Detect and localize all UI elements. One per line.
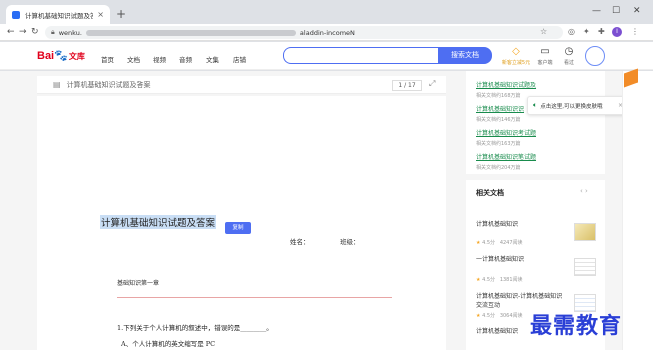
new-user-discount[interactable]: ◇ 新客立减5元	[501, 46, 531, 66]
divider	[117, 297, 392, 298]
user-avatar[interactable]	[585, 46, 605, 66]
browser-toolbar: ← → ↻ 🔒︎ wenku. aladdin-incomeN ☆ ◎ ✦ ✚ …	[0, 24, 653, 41]
url-prefix: wenku.	[58, 28, 82, 37]
site-header: Bai🐾文库 首页 文档 视频 音频 文集 店铺 搜索文档 ◇ 新客立减5元 ▭…	[0, 42, 653, 70]
chevron-left-icon[interactable]: ‹	[580, 187, 583, 195]
chapter-heading: 基础知识第一章	[117, 280, 160, 287]
sidebar-link-meta: 相关文档约146万篇	[476, 117, 521, 123]
logo-suffix: 文库	[68, 52, 85, 61]
lock-icon: 🔒︎	[51, 28, 55, 36]
back-arrow-icon[interactable]: ←	[7, 26, 15, 38]
extension-2-icon[interactable]: ✦	[583, 27, 590, 37]
tab-title: 计算机基础知识试题及答案 - 百	[25, 11, 94, 20]
browser-tab-active[interactable]: 计算机基础知识试题及答案 - 百 ×	[6, 5, 110, 24]
skin-tip-text: 点击这里,可以更换皮肤哦	[540, 103, 603, 110]
nav-docs[interactable]: 文档	[127, 54, 140, 64]
history[interactable]: ◷ 看过	[554, 46, 584, 66]
fullscreen-icon[interactable]: ⤢	[429, 79, 435, 89]
menu-dots-icon[interactable]: ⋮	[631, 27, 639, 37]
reload-icon[interactable]: ↻	[31, 26, 39, 38]
doc-toolbar: ▤ 计算机基础知识试题及答案	[37, 76, 446, 94]
star-icon: ★	[476, 240, 481, 246]
browser-tab-bar: 计算机基础知识试题及答案 - 百 × + — ☐ ✕	[0, 0, 653, 24]
right-floating-toolbar	[622, 71, 653, 350]
bookmark-star-icon[interactable]: ☆	[540, 27, 547, 37]
nav-shop[interactable]: 店铺	[233, 54, 246, 64]
related-doc-title[interactable]: 计算机基础知识	[476, 219, 518, 228]
close-window-button[interactable]: ✕	[633, 6, 641, 16]
tab-close-icon[interactable]: ×	[97, 10, 104, 19]
profile-avatar[interactable]: I	[612, 27, 622, 37]
related-doc-thumbnail[interactable]	[574, 223, 596, 241]
nav-home[interactable]: 首页	[101, 54, 114, 64]
new-tab-button[interactable]: +	[116, 8, 126, 20]
related-doc-meta: ★ 4.5分 3064阅读	[476, 313, 523, 319]
url-suffix: aladdin-incomeN	[299, 28, 355, 37]
name-label: 姓名：	[290, 238, 310, 246]
clock-icon: ◷	[564, 46, 574, 57]
history-label: 看过	[563, 60, 574, 66]
related-pager[interactable]: ‹ ›	[580, 187, 588, 195]
extension-icon[interactable]: ◎	[568, 27, 575, 37]
nav-audio[interactable]: 音频	[179, 54, 192, 64]
page-indicator[interactable]: 1 / 17	[392, 80, 422, 91]
related-doc-meta: ★ 4.5分 4247阅读	[476, 240, 523, 246]
sidebar-link[interactable]: 计算机基础知识考试题	[476, 128, 536, 137]
sidebar-link-meta: 相关文档约163万篇	[476, 141, 521, 147]
class-label: 班级：	[340, 238, 360, 246]
speaker-icon: 🔈︎	[533, 101, 538, 109]
watermark-logo: 最需教育	[530, 313, 623, 339]
question-1-option-a: A、个人计算机的英文缩写是 PC	[121, 340, 216, 348]
related-doc-title[interactable]: 一计算机基础知识	[476, 254, 524, 263]
forward-arrow-icon[interactable]: →	[19, 26, 27, 38]
copy-button[interactable]: 复制	[225, 222, 251, 234]
star-icon: ★	[476, 277, 481, 283]
sidebar-link[interactable]: 计算机基础知识笔试题	[476, 152, 536, 161]
puzzle-icon[interactable]: ✚	[598, 27, 605, 37]
skin-tip-popover: 🔈︎ 点击这里,可以更换皮肤哦 ×	[527, 96, 629, 115]
related-doc-thumbnail[interactable]	[574, 258, 596, 276]
document-icon: ▤	[53, 80, 61, 89]
related-docs-heading: 相关文档	[476, 189, 504, 197]
document-title: 计算机基础知识试题及答案	[100, 215, 217, 229]
url-redacted	[85, 29, 296, 36]
related-doc-title[interactable]: 计算机基础知识	[476, 326, 518, 335]
nav-video[interactable]: 视频	[153, 54, 166, 64]
baidu-paw-icon: 🐾	[54, 50, 68, 62]
logo-text: Bai	[37, 50, 55, 62]
search-input[interactable]	[283, 47, 438, 64]
sidebar-link[interactable]: 计算机基础知识试题及	[476, 80, 536, 89]
minimize-button[interactable]: —	[592, 6, 601, 16]
doc-toolbar-title: 计算机基础知识试题及答案	[66, 80, 151, 89]
search-button[interactable]: 搜索文档	[438, 47, 492, 64]
diamond-icon: ◇	[512, 46, 520, 57]
sidebar-link-meta: 相关文档约168万篇	[476, 93, 521, 99]
new-user-discount-label: 新客立减5元	[501, 60, 531, 66]
nav-collections[interactable]: 文集	[206, 54, 219, 64]
star-icon: ★	[476, 313, 481, 319]
chevron-right-icon[interactable]: ›	[585, 187, 588, 195]
maximize-button[interactable]: ☐	[612, 6, 620, 16]
sidebar-link[interactable]: 计算机基础知识识	[476, 104, 524, 113]
sidebar-link-meta: 相关文档约204万篇	[476, 165, 521, 171]
related-doc-meta: ★ 4.5分 1381阅读	[476, 277, 523, 283]
baidu-favicon-icon	[12, 10, 20, 19]
question-1: 1.下列关于个人计算机的叙述中，错误的是________。	[117, 324, 273, 332]
baidu-wenku-logo[interactable]: Bai🐾文库	[37, 50, 85, 63]
address-bar[interactable]: 🔒︎ wenku. aladdin-incomeN	[45, 26, 563, 39]
